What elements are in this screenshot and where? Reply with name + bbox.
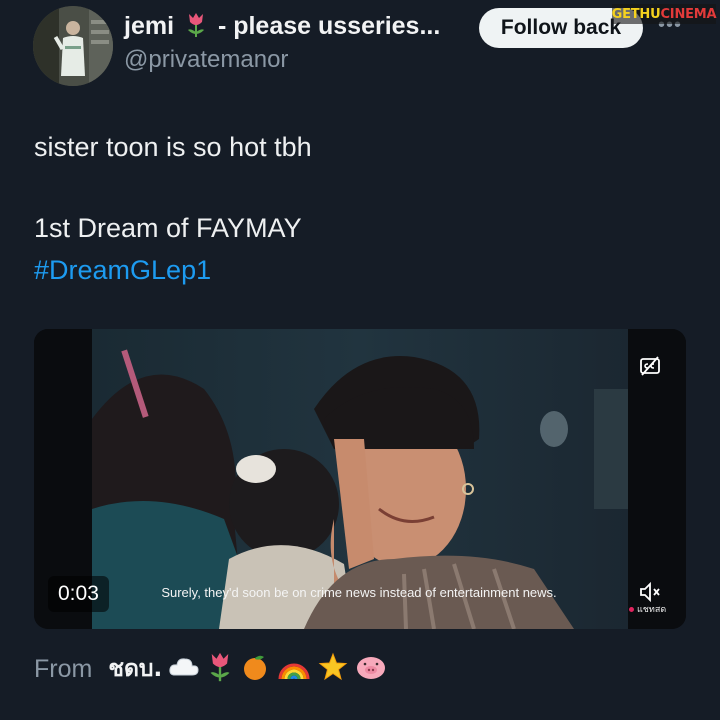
author-handle[interactable]: @privatemanor: [124, 46, 288, 74]
cloud-icon: [168, 655, 200, 684]
author-display-name[interactable]: jemi - please usseries...: [124, 12, 440, 45]
video-subtitle: Surely, they'd soon be on crime news ins…: [161, 585, 557, 600]
tweet-text-line2: 1st Dream of FAYMAY: [34, 213, 302, 243]
tweet-text-line1: sister toon is so hot tbh: [34, 132, 312, 162]
star-icon: [318, 652, 348, 687]
video-player[interactable]: 0:03 Surely, they'd soon be on crime new…: [34, 329, 686, 629]
video-timestamp: 0:03: [48, 576, 109, 612]
display-name-suffix: - please usseries...: [217, 12, 441, 40]
display-name-text: jemi: [124, 12, 175, 40]
source-name-link[interactable]: ชดบ.: [108, 651, 162, 687]
orange-icon: [240, 652, 270, 687]
watermark-part1: GETHU: [611, 6, 661, 22]
avatar[interactable]: [33, 6, 113, 86]
watermark-logo: GETHU CINEMA: [611, 4, 717, 24]
live-chat-badge: แชทสด: [629, 602, 666, 616]
video-frame: [34, 329, 686, 629]
rainbow-icon: [277, 653, 311, 686]
tulip-icon: [185, 12, 207, 45]
from-label: From: [34, 654, 93, 683]
source-row: From ชดบ.: [34, 651, 394, 687]
watermark-part2: CINEMA: [660, 6, 717, 22]
volume-muted-icon[interactable]: [638, 581, 662, 603]
pig-icon: [355, 653, 387, 686]
tweet-hashtag-link[interactable]: #DreamGLep1: [34, 255, 211, 286]
live-dot-icon: [629, 606, 634, 612]
avatar-photo: [33, 6, 113, 86]
live-chat-label: แชทสด: [637, 605, 667, 615]
captions-off-icon[interactable]: [638, 354, 662, 378]
tulip-icon: [207, 651, 233, 688]
